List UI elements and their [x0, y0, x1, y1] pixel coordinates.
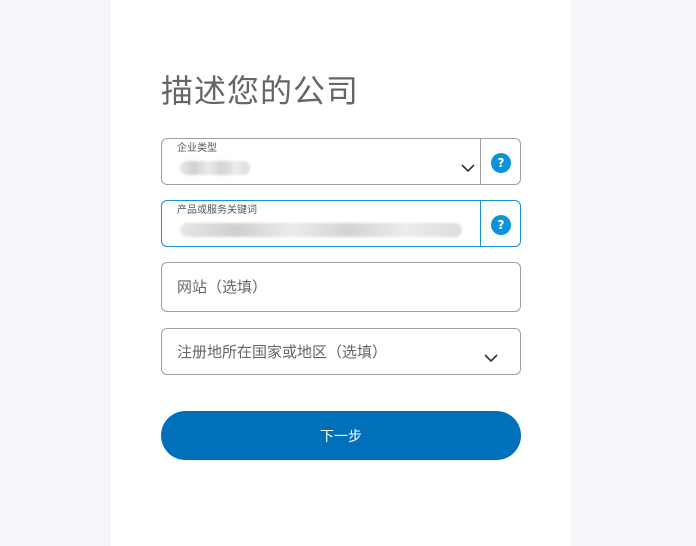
business-type-help-icon[interactable]: ?	[491, 153, 511, 173]
keywords-label: 产品或服务关键词	[177, 205, 257, 216]
keywords-help-icon[interactable]: ?	[491, 215, 511, 235]
country-placeholder: 注册地所在国家或地区（选填）	[177, 343, 388, 361]
business-type-label: 企业类型	[177, 143, 217, 154]
chevron-down-icon[interactable]	[484, 348, 498, 363]
chevron-down-icon[interactable]	[461, 158, 475, 173]
business-type-select[interactable]: 企业类型 ?	[161, 138, 521, 185]
field-divider	[480, 201, 481, 246]
field-divider	[480, 139, 481, 184]
business-type-value-redacted	[180, 161, 250, 175]
next-button[interactable]: 下一步	[161, 411, 521, 460]
country-select[interactable]: 注册地所在国家或地区（选填）	[161, 328, 521, 375]
website-input[interactable]: 网站（选填）	[161, 262, 521, 312]
website-placeholder: 网站（选填）	[177, 278, 268, 296]
form-card: 描述您的公司 企业类型 ? 产品或服务关键词 ? 网站（选填） 注册地所在国家或…	[111, 0, 571, 546]
keywords-input[interactable]: 产品或服务关键词 ?	[161, 200, 521, 247]
page-title: 描述您的公司	[161, 72, 360, 110]
keywords-value-redacted	[180, 223, 462, 237]
